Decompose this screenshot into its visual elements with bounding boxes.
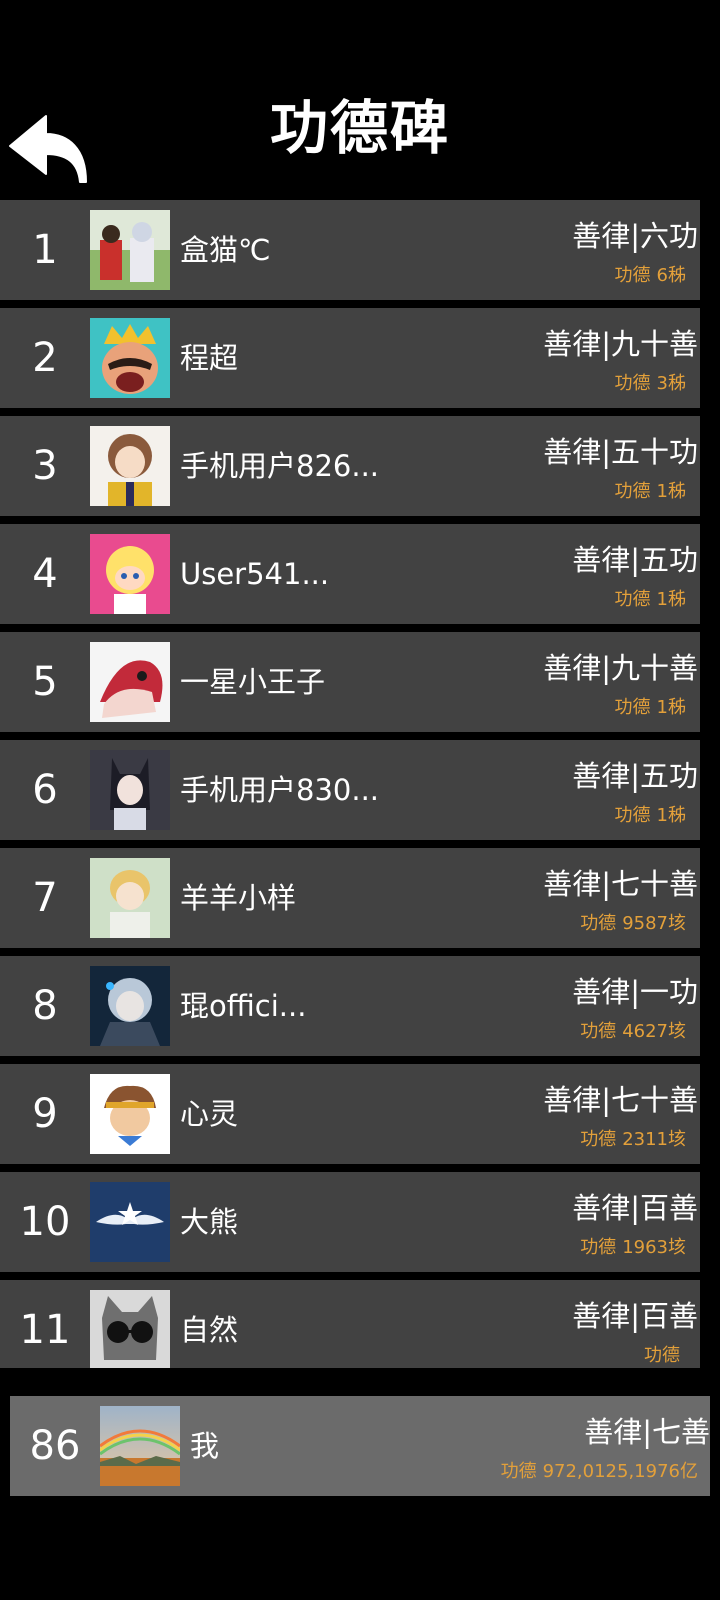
merit-label: 功德 bbox=[580, 913, 617, 934]
player-name: 程超 bbox=[180, 341, 239, 375]
merit-level: 善律|一功 bbox=[572, 975, 698, 1009]
leaderboard-row[interactable]: 3 手机用户826... 善律|五十功 功德 1秭 bbox=[0, 416, 700, 516]
player-name: 琨offici... bbox=[180, 989, 307, 1023]
leaderboard-list[interactable]: 1 盒猫℃ 善律|六功 功德 6秭 2 程超 善律|九十善 功德 3秭 3 手机用户… bbox=[0, 200, 700, 1368]
merit-value: 9587垓 bbox=[622, 913, 686, 934]
my-merit-amount: 功德 972,0125,1976亿 bbox=[501, 1458, 698, 1486]
rank-number: 2 bbox=[32, 335, 58, 381]
merit-amount: 功德 6秭 bbox=[615, 262, 686, 290]
merit-label: 功德 bbox=[614, 481, 651, 502]
merit-label: 功德 bbox=[614, 805, 651, 826]
player-name: 大熊 bbox=[180, 1205, 239, 1239]
avatar bbox=[90, 750, 170, 830]
leaderboard-row[interactable]: 7 羊羊小样 善律|七十善 功德 9587垓 bbox=[0, 848, 700, 948]
merit-value: 3秭 bbox=[656, 373, 686, 394]
merit-level: 善律|六功 bbox=[572, 219, 698, 253]
my-name: 我 bbox=[190, 1429, 220, 1463]
avatar bbox=[90, 858, 170, 938]
page-title: 功德碑 bbox=[269, 94, 450, 162]
merit-value: 1秭 bbox=[656, 697, 686, 718]
rank-number: 9 bbox=[32, 1091, 58, 1137]
merit-label: 功德 bbox=[614, 265, 651, 286]
merit-amount: 功德 4627垓 bbox=[580, 1018, 686, 1046]
player-name: 盒猫℃ bbox=[180, 233, 271, 267]
merit-label: 功德 bbox=[614, 373, 651, 394]
merit-level: 善律|七十善 bbox=[543, 1083, 698, 1117]
header: 功德碑 bbox=[0, 0, 720, 196]
merit-level: 善律|七十善 bbox=[543, 867, 698, 901]
merit-label: 功德 bbox=[614, 589, 651, 610]
merit-level: 善律|九十善 bbox=[543, 651, 698, 685]
merit-amount: 功德 1秭 bbox=[615, 694, 686, 722]
avatar bbox=[90, 318, 170, 398]
merit-label: 功德 bbox=[614, 697, 651, 718]
merit-level: 善律|五十功 bbox=[543, 435, 698, 469]
merit-amount: 功德 2311垓 bbox=[580, 1126, 686, 1154]
avatar bbox=[90, 534, 170, 614]
rank-number: 7 bbox=[32, 875, 58, 921]
avatar bbox=[90, 210, 170, 290]
leaderboard-row[interactable]: 10 大熊 善律|百善 功德 1963垓 bbox=[0, 1172, 700, 1272]
avatar bbox=[90, 966, 170, 1046]
my-avatar bbox=[100, 1406, 180, 1486]
merit-value: 2311垓 bbox=[622, 1129, 686, 1150]
leaderboard-row[interactable]: 6 手机用户830... 善律|五功 功德 1秭 bbox=[0, 740, 700, 840]
player-name: 一星小王子 bbox=[180, 665, 326, 699]
avatar bbox=[90, 1182, 170, 1262]
leaderboard-row[interactable]: 9 心灵 善律|七十善 功德 2311垓 bbox=[0, 1064, 700, 1164]
rank-number: 4 bbox=[32, 551, 58, 597]
rank-number: 1 bbox=[32, 227, 58, 273]
rank-number: 5 bbox=[32, 659, 58, 705]
player-name: 心灵 bbox=[180, 1097, 239, 1131]
leaderboard-row[interactable]: 2 程超 善律|九十善 功德 3秭 bbox=[0, 308, 700, 408]
merit-amount: 功德 3秭 bbox=[615, 370, 686, 398]
player-name: 羊羊小样 bbox=[180, 881, 297, 915]
merit-level: 善律|五功 bbox=[572, 543, 698, 577]
merit-level: 善律|五功 bbox=[572, 759, 698, 793]
rank-number: 11 bbox=[19, 1307, 71, 1353]
merit-label: 功德 bbox=[500, 1461, 537, 1482]
rank-number: 3 bbox=[32, 443, 58, 489]
player-name: User541... bbox=[180, 557, 330, 591]
leaderboard-row[interactable]: 11 自然 善律|百善 功德 bbox=[0, 1280, 700, 1368]
merit-level: 善律|九十善 bbox=[543, 327, 698, 361]
avatar bbox=[90, 1074, 170, 1154]
leaderboard-row[interactable]: 4 User541... 善律|五功 功德 1秭 bbox=[0, 524, 700, 624]
player-name: 手机用户830... bbox=[180, 773, 380, 807]
leaderboard-row[interactable]: 8 琨offici... 善律|一功 功德 4627垓 bbox=[0, 956, 700, 1056]
avatar bbox=[90, 642, 170, 722]
rank-number: 10 bbox=[19, 1199, 71, 1245]
player-name: 自然 bbox=[180, 1313, 239, 1347]
merit-amount: 功德 1963垓 bbox=[580, 1234, 686, 1262]
merit-label: 功德 bbox=[580, 1237, 617, 1258]
merit-value: 1秭 bbox=[656, 805, 686, 826]
merit-label: 功德 bbox=[644, 1345, 680, 1366]
merit-amount: 功德 1秭 bbox=[615, 586, 686, 614]
player-name: 手机用户826... bbox=[180, 449, 380, 483]
my-rank-number: 86 bbox=[29, 1423, 81, 1469]
avatar bbox=[90, 1290, 170, 1368]
merit-amount: 功德 9587垓 bbox=[580, 910, 686, 938]
merit-amount: 功德 bbox=[644, 1342, 686, 1368]
avatar bbox=[90, 426, 170, 506]
merit-level: 善律|百善 bbox=[572, 1191, 698, 1225]
leaderboard-row[interactable]: 1 盒猫℃ 善律|六功 功德 6秭 bbox=[0, 200, 700, 300]
merit-value: 4627垓 bbox=[622, 1021, 686, 1042]
merit-label: 功德 bbox=[580, 1021, 617, 1042]
leaderboard-row[interactable]: 5 一星小王子 善律|九十善 功德 1秭 bbox=[0, 632, 700, 732]
my-merit-level: 善律|七善 bbox=[584, 1415, 710, 1449]
merit-value: 1秭 bbox=[656, 481, 686, 502]
merit-amount: 功德 1秭 bbox=[615, 478, 686, 506]
merit-level: 善律|百善 bbox=[572, 1299, 698, 1333]
my-merit-value: 972,0125,1976亿 bbox=[542, 1461, 698, 1482]
merit-value: 1963垓 bbox=[622, 1237, 686, 1258]
merit-value: 1秭 bbox=[656, 589, 686, 610]
merit-amount: 功德 1秭 bbox=[615, 802, 686, 830]
merit-label: 功德 bbox=[580, 1129, 617, 1150]
rank-number: 6 bbox=[32, 767, 58, 813]
merit-value: 6秭 bbox=[656, 265, 686, 286]
my-rank-row[interactable]: 86 我 善律|七善 功德 972,0125,1976亿 bbox=[10, 1396, 710, 1496]
rank-number: 8 bbox=[32, 983, 58, 1029]
leaderboard-screen: 功德碑 1 盒猫℃ 善律|六功 功德 6秭 2 程超 善律|九十善 功德 3秭 3 bbox=[0, 0, 720, 1600]
